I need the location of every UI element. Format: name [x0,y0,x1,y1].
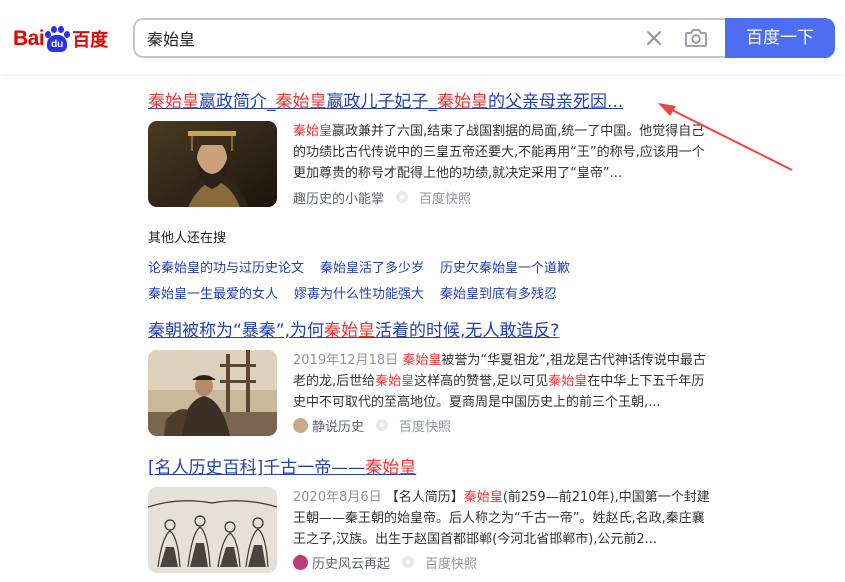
result-thumbnail[interactable] [148,487,277,573]
result-thumbnail[interactable] [148,121,277,207]
related-row: 论秦始皇的功与过历史论文 秦始皇活了多少岁 历史欠秦始皇一个道歉 [148,257,586,276]
related-link[interactable]: 秦始皇一生最爱的女人 [148,287,278,302]
baidu-logo[interactable]: Bai du 百度 [13,22,108,56]
related-searches: 其他人还在搜 论秦始皇的功与过历史论文 秦始皇活了多少岁 历史欠秦始皇一个道歉 秦始… [148,231,788,302]
result-date: 2020年8月6日 [293,490,382,505]
title-highlight: 秦始皇 [324,321,376,341]
snapshot-link[interactable]: 百度快照 [425,553,477,572]
abstract-highlight: 秦始皇 [402,353,442,368]
title-text: 的父亲母亲死因... [488,92,624,112]
title-text: 嬴政儿子妃子_ [326,92,438,112]
logo-latin: Bai [13,27,45,50]
result-abstract: 2019年12月18日 秦始皇被誉为“华夏祖龙”,祖龙是古代神话传说中最古老的龙… [293,350,713,413]
abstract-highlight: 秦始皇 [548,374,588,389]
abstract-highlight: 秦始皇 [293,124,333,139]
title-highlight: 秦始皇 [365,458,417,478]
logo-chinese: 百度 [72,30,109,51]
close-icon[interactable] [643,27,665,49]
search-header: Bai du 百度 百度一下 [0,0,845,74]
source-name[interactable]: 静说历史 [312,416,364,435]
dot-icon [396,191,409,203]
avatar [293,554,308,570]
related-row: 秦始皇一生最爱的女人 嫪毐为什么性功能强大 秦始皇到底有多残忍 [148,283,573,302]
result-source: 历史风云再起 百度快照 [293,552,477,572]
title-highlight: 秦始皇 [275,92,327,112]
related-link[interactable]: 嫪毐为什么性功能强大 [294,287,424,302]
result-source: 趣历史的小能掌 百度快照 [293,187,471,207]
related-link[interactable]: 历史欠秦始皇一个道歉 [440,261,570,276]
related-link[interactable]: 论秦始皇的功与过历史论文 [148,261,304,276]
abstract-highlight: 秦始皇 [375,374,415,389]
snapshot-link[interactable]: 百度快照 [419,188,471,207]
title-highlight: 秦始皇 [148,92,199,112]
result-title[interactable]: 秦朝被称为“暴秦”,为何秦始皇活着的时候,无人敢造反? [148,319,788,343]
abstract-text: 这样高的赞誉,足以可见 [414,374,549,389]
abstract-text: 【名人简历】 [385,490,464,505]
result-abstract: 2020年8月6日 【名人简历】秦始皇(前259—前210年),中国第一个封建王… [293,487,713,550]
related-link[interactable]: 秦始皇到底有多残忍 [440,287,557,302]
title-text: [名人历史百科]千古一帝—— [148,458,366,478]
search-input[interactable] [147,20,627,56]
result-source: 静说历史 百度快照 [293,415,451,435]
avatar [293,417,308,433]
result-thumbnail[interactable] [148,350,277,436]
annotation-arrow-icon [658,103,793,171]
title-highlight: 秦始皇 [437,92,488,112]
search-box [133,18,727,58]
abstract-highlight: 秦始皇 [463,490,503,505]
snapshot-link[interactable]: 百度快照 [399,416,451,435]
dot-icon [402,556,415,568]
source-name[interactable]: 趣历史的小能掌 [293,188,384,207]
logo-paw-text: du [47,35,68,52]
result-title[interactable]: [名人历史百科]千古一帝——秦始皇 [148,456,788,480]
title-text: 秦朝被称为“暴秦”,为何 [148,321,325,341]
paw-icon: du [45,26,71,52]
dot-icon [376,419,389,431]
search-button[interactable]: 百度一下 [725,18,835,58]
related-link[interactable]: 秦始皇活了多少岁 [320,261,424,276]
result-item: [名人历史百科]千古一帝——秦始皇 2020年8月6日 【名人简历】秦始皇(前2… [148,456,788,573]
source-name[interactable]: 历史风云再起 [312,553,390,572]
camera-icon[interactable] [683,26,709,50]
result-item: 秦朝被称为“暴秦”,为何秦始皇活着的时候,无人敢造反? 2019年12月18日 … [148,319,788,436]
title-text: 嬴政简介_ [199,92,276,112]
related-title: 其他人还在搜 [148,231,227,246]
abstract-text: 嬴政兼并了六国,结束了战国割据的局面,统一了中国。他觉得自己的功绩比古代传说中的… [293,124,705,181]
result-date: 2019年12月18日 [293,353,399,368]
title-text: 活着的时候,无人敢造反? [375,321,560,341]
